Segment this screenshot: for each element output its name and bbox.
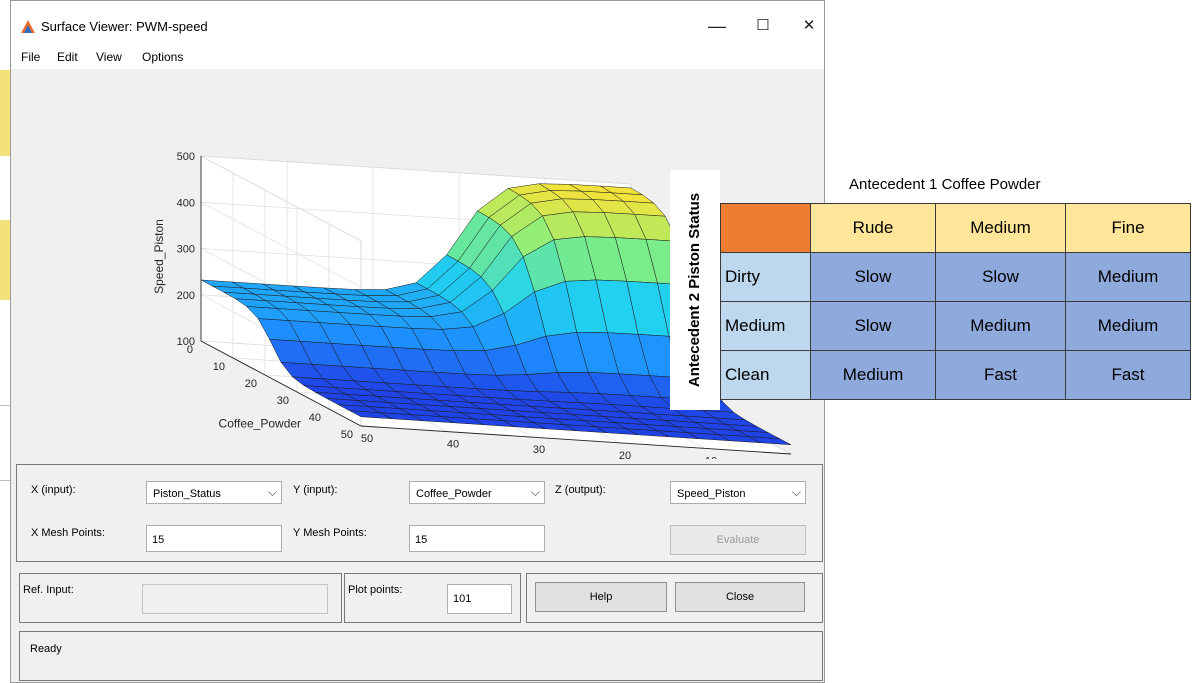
plot-points-panel: Plot points: 101 xyxy=(344,573,521,623)
z-output-select[interactable]: Speed_Piston ⌵ xyxy=(670,481,806,504)
z-tick-label: 500 xyxy=(177,151,195,163)
rule-table: Rude Medium Fine Dirty Slow Slow Medium … xyxy=(720,203,1191,400)
row-header: Dirty xyxy=(720,252,811,302)
y-tick-label: 30 xyxy=(277,395,289,407)
input-settings-panel: X (input): Piston_Status ⌵ Y (input): Co… xyxy=(16,464,823,562)
antecedent-2-heading: Antecedent 2 Piston Status xyxy=(670,170,720,410)
status-panel: Ready xyxy=(19,631,823,681)
status-text: Ready xyxy=(30,643,62,655)
x-tick-label: 20 xyxy=(619,450,631,459)
y-mesh-field[interactable]: 15 xyxy=(409,525,545,552)
menu-options[interactable]: Options xyxy=(142,50,183,64)
edge-strip-mid xyxy=(0,220,10,300)
rule-cell: Medium xyxy=(810,350,936,400)
ref-input-panel: Ref. Input: xyxy=(19,573,342,623)
y-tick-label: 10 xyxy=(213,361,225,373)
z-tick-label: 400 xyxy=(177,197,195,209)
edge-divider xyxy=(0,480,10,481)
row-header: Medium xyxy=(720,301,811,351)
table-row: Dirty Slow Slow Medium xyxy=(720,252,1191,302)
x-tick-label: 30 xyxy=(533,444,545,456)
menu-edit[interactable]: Edit xyxy=(57,50,78,64)
plot-points-field[interactable]: 101 xyxy=(447,584,512,614)
rule-cell: Slow xyxy=(810,252,936,302)
x-input-select[interactable]: Piston_Status ⌵ xyxy=(146,481,282,504)
column-header: Medium xyxy=(935,203,1066,253)
chevron-down-icon: ⌵ xyxy=(791,485,801,499)
y-input-value: Coffee_Powder xyxy=(416,488,492,500)
plot-points-label: Plot points: xyxy=(348,584,403,596)
rule-table-title: Antecedent 1 Coffee Powder xyxy=(849,176,1041,193)
x-input-value: Piston_Status xyxy=(153,488,221,500)
y-mesh-label: Y Mesh Points: xyxy=(293,527,367,539)
rule-cell: Medium xyxy=(1065,301,1191,351)
action-buttons-panel: Help Close xyxy=(526,573,823,623)
ref-input-label: Ref. Input: xyxy=(23,584,74,596)
table-corner-cell xyxy=(720,203,811,253)
z-output-value: Speed_Piston xyxy=(677,488,746,500)
table-row: Medium Slow Medium Medium xyxy=(720,301,1191,351)
maximize-button[interactable]: ☐ xyxy=(743,11,783,41)
window-title: Surface Viewer: PWM-speed xyxy=(41,19,208,34)
menu-bar: File Edit View Options xyxy=(11,47,824,69)
evaluate-button[interactable]: Evaluate xyxy=(670,525,806,555)
x-tick-label: 10 xyxy=(705,455,717,459)
table-header-row: Rude Medium Fine xyxy=(720,203,1191,253)
z-output-label: Z (output): xyxy=(555,484,606,496)
minimize-button[interactable]: — xyxy=(697,11,737,41)
y-tick-label: 50 xyxy=(341,429,353,441)
rule-cell: Fast xyxy=(1065,350,1191,400)
z-tick-label: 300 xyxy=(177,244,195,256)
y-tick-label: 40 xyxy=(309,412,321,424)
close-window-button[interactable]: ✕ xyxy=(789,11,829,41)
column-header: Rude xyxy=(810,203,936,253)
rule-cell: Medium xyxy=(935,301,1066,351)
rule-cell: Medium xyxy=(1065,252,1191,302)
edge-divider xyxy=(0,405,10,406)
x-input-label: X (input): xyxy=(31,484,76,496)
edge-strip-top xyxy=(0,70,10,156)
z-tick-label: 200 xyxy=(177,290,195,302)
close-button[interactable]: Close xyxy=(675,582,805,612)
menu-file[interactable]: File xyxy=(21,50,40,64)
x-tick-label: 50 xyxy=(361,433,373,445)
matlab-app-icon xyxy=(21,20,35,33)
table-row: Clean Medium Fast Fast xyxy=(720,350,1191,400)
chevron-down-icon: ⌵ xyxy=(530,485,540,499)
column-header: Fine xyxy=(1065,203,1191,253)
y-tick-label: 0 xyxy=(187,344,193,356)
antecedent-2-label: Antecedent 2 Piston Status xyxy=(686,192,703,388)
x-mesh-label: X Mesh Points: xyxy=(31,527,105,539)
row-header: Clean xyxy=(720,350,811,400)
title-bar[interactable]: Surface Viewer: PWM-speed — ☐ ✕ xyxy=(11,1,824,47)
y-input-select[interactable]: Coffee_Powder ⌵ xyxy=(409,481,545,504)
x-tick-label: 40 xyxy=(447,439,459,451)
y-axis-label: Coffee_Powder xyxy=(219,416,302,430)
chevron-down-icon: ⌵ xyxy=(267,485,277,499)
rule-cell: Fast xyxy=(935,350,1066,400)
help-button[interactable]: Help xyxy=(535,582,667,612)
ref-input-field[interactable] xyxy=(142,584,328,614)
menu-view[interactable]: View xyxy=(96,50,122,64)
y-input-label: Y (input): xyxy=(293,484,338,496)
x-mesh-field[interactable]: 15 xyxy=(146,525,282,552)
z-axis-label: Speed_Piston xyxy=(152,219,166,294)
rule-cell: Slow xyxy=(810,301,936,351)
y-tick-label: 20 xyxy=(245,378,257,390)
rule-cell: Slow xyxy=(935,252,1066,302)
